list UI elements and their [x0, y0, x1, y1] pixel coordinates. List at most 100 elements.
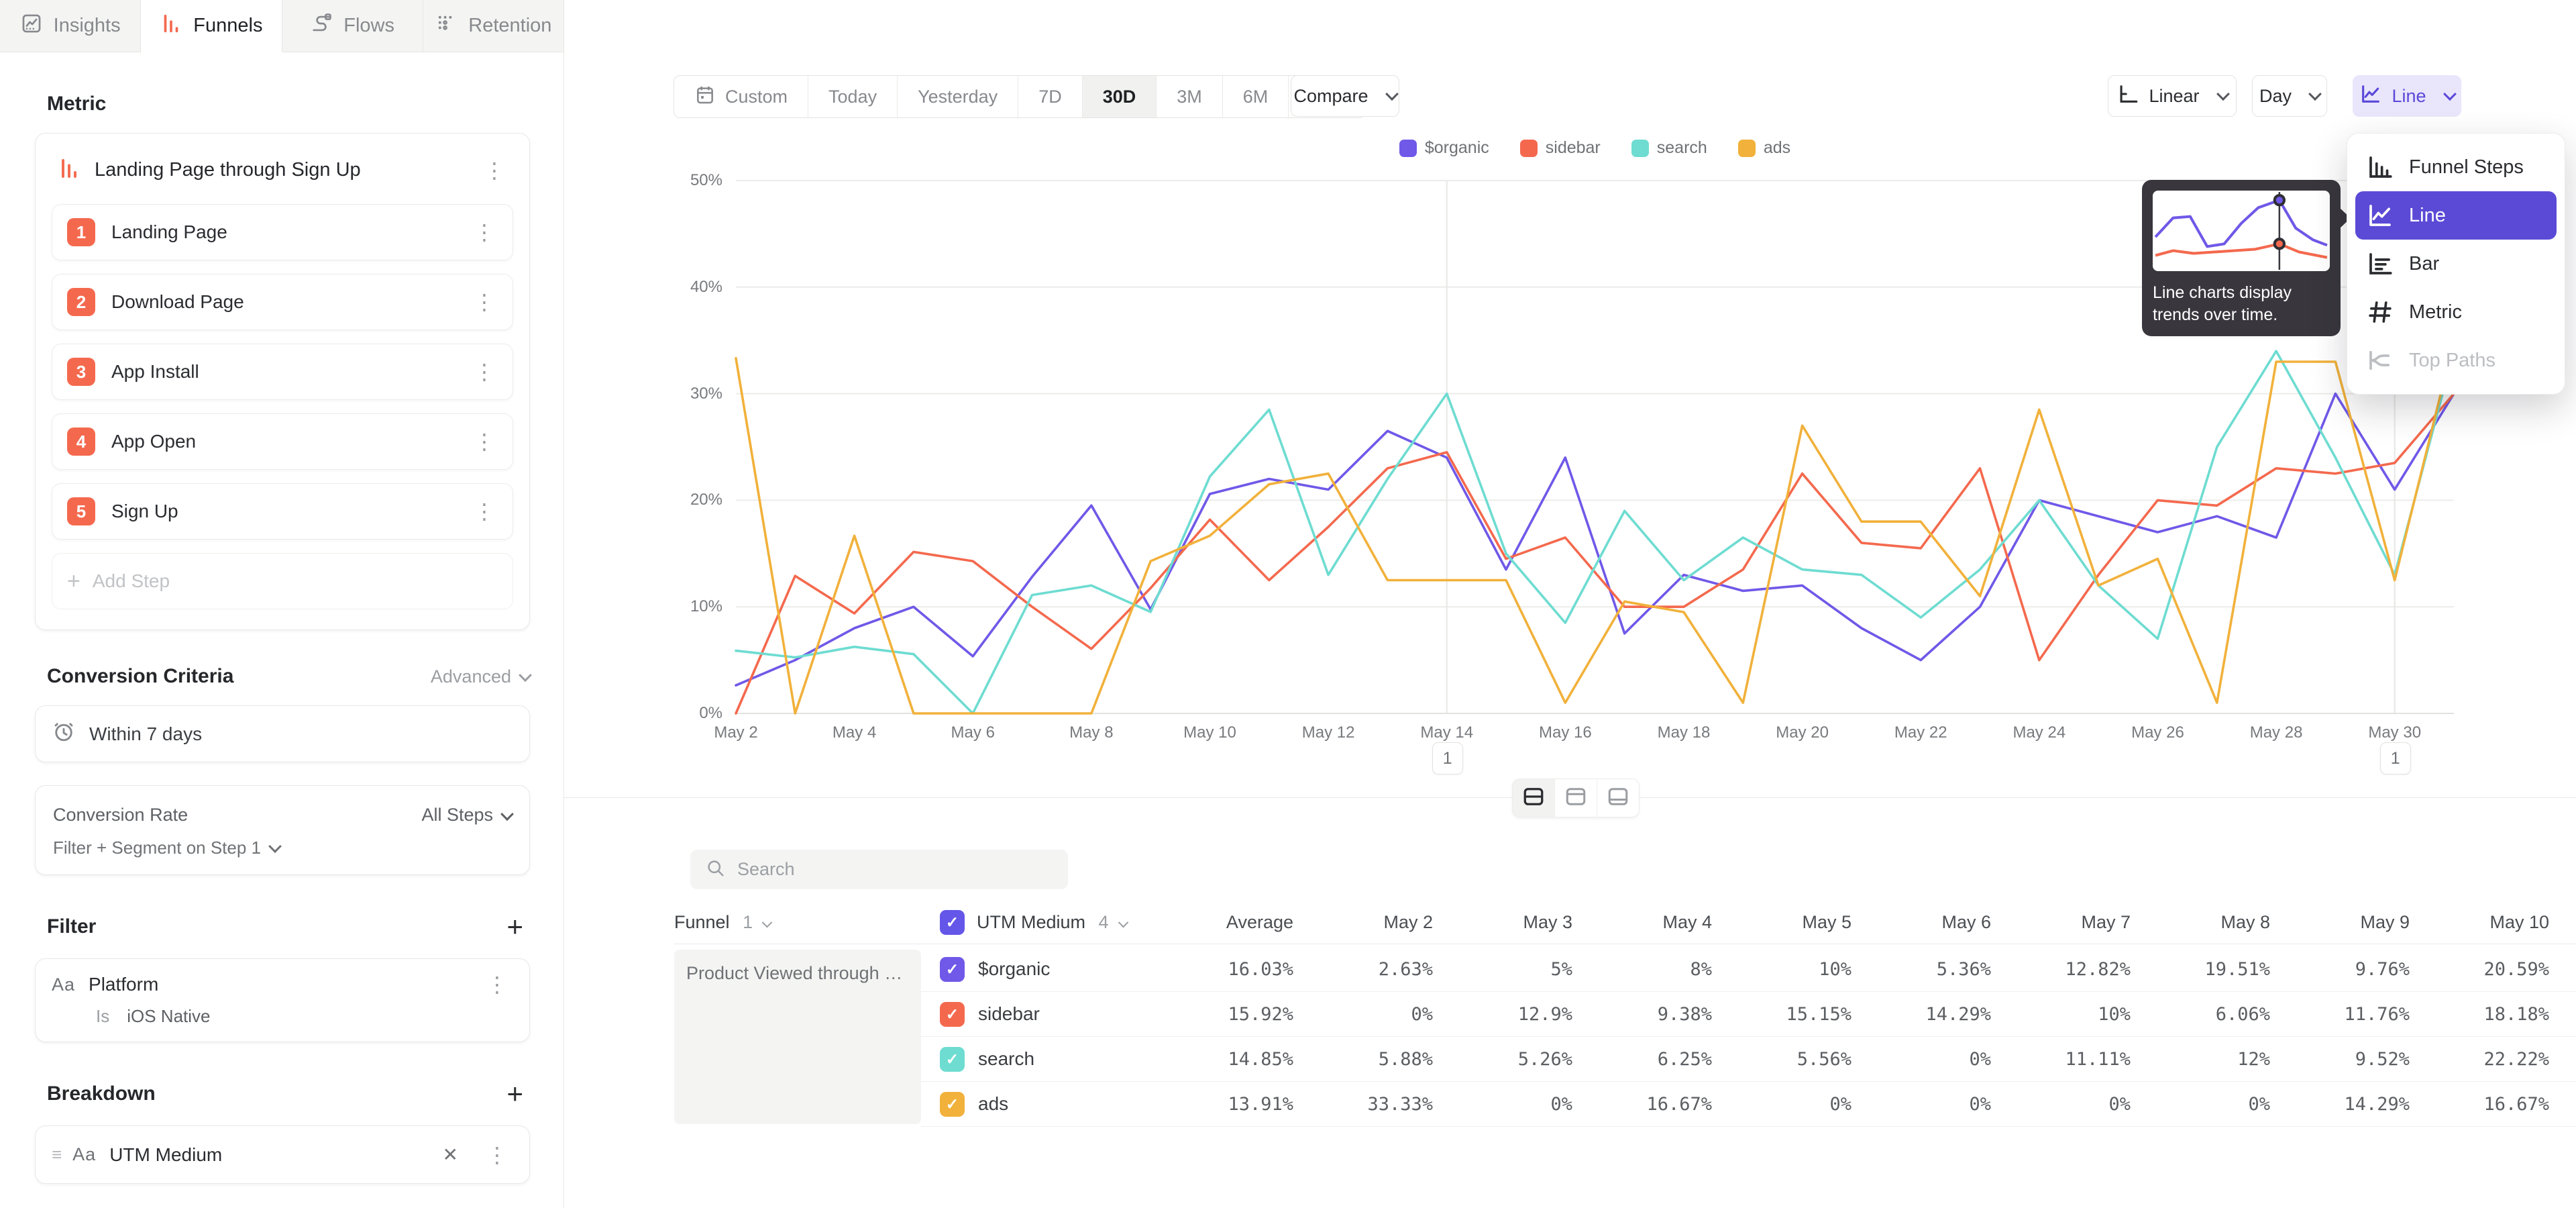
breakdown-card: ≡ Aa UTM Medium ✕ ⋮ [35, 1125, 530, 1184]
filter-condition[interactable]: IsiOS Native [96, 1006, 513, 1027]
funnel-step-sign-up[interactable]: 5Sign Up⋮ [52, 483, 513, 540]
tab-retention[interactable]: Retention [423, 0, 564, 52]
breakdown-kebab-icon[interactable]: ⋮ [481, 1144, 513, 1166]
metric-icon [2366, 298, 2394, 326]
date-column-header-may-10[interactable]: May 10 [2416, 912, 2556, 933]
step-kebab-icon[interactable]: ⋮ [468, 361, 500, 383]
x-tick-label: May 18 [1658, 723, 1711, 742]
step-number-badge: 4 [67, 427, 95, 456]
table-row-search: ✓search14.85%5.88%5.26%6.25%5.56%0%11.11… [921, 1037, 2576, 1082]
range-today[interactable]: Today [808, 76, 898, 117]
x-tick-label: May 26 [2131, 723, 2184, 742]
cell-value: 22.22% [2416, 1049, 2556, 1070]
cell-value: 16.67% [2416, 1094, 2556, 1115]
range-7d[interactable]: 7D [1018, 76, 1083, 117]
funnel-step-app-install[interactable]: 3App Install⋮ [52, 344, 513, 400]
tab-funnels[interactable]: Funnels [141, 0, 282, 52]
conversion-rate-dropdown[interactable]: All Steps [421, 805, 512, 825]
remove-breakdown-icon[interactable]: ✕ [433, 1144, 468, 1166]
funnel-column-header[interactable]: Funnel 1 [674, 912, 921, 933]
step-kebab-icon[interactable]: ⋮ [468, 291, 500, 313]
series-line-ads [736, 340, 2454, 713]
step-number-badge: 5 [67, 497, 95, 525]
add-step-button[interactable]: + Add Step [52, 553, 513, 609]
tab-flows[interactable]: Flows [282, 0, 423, 52]
date-column-header-may-7[interactable]: May 7 [1998, 912, 2137, 933]
line-chart-icon [2359, 83, 2382, 110]
range-yesterday[interactable]: Yesterday [898, 76, 1018, 117]
table-row-ads: ✓ads13.91%33.33%0%16.67%0%0%0%0%14.29%16… [921, 1082, 2576, 1127]
series-checkbox[interactable]: ✓ [940, 1002, 965, 1027]
advanced-dropdown[interactable]: Advanced [431, 666, 530, 687]
cell-value: 0% [1300, 1004, 1440, 1025]
annotation-badge-may-30[interactable]: 1 [2380, 742, 2411, 774]
chevron-down-icon [2308, 87, 2322, 101]
funnel-kebab-icon[interactable]: ⋮ [478, 160, 511, 181]
chart-legend: $organic sidebar search ads [736, 138, 2454, 158]
breakdown-property[interactable]: UTM Medium [109, 1144, 419, 1166]
x-tick-label: May 22 [1894, 723, 1947, 742]
table-row-organic: ✓$organic16.03%2.63%5%8%10%5.36%12.82%19… [921, 947, 2576, 992]
series-checkbox[interactable]: ✓ [940, 1047, 965, 1072]
legend-search[interactable]: search [1631, 138, 1707, 158]
split-view-button[interactable] [1513, 779, 1555, 817]
date-column-header-may-2[interactable]: May 2 [1300, 912, 1440, 933]
legend-organic[interactable]: $organic [1399, 138, 1489, 158]
funnel-step-landing-page[interactable]: 1Landing Page⋮ [52, 204, 513, 260]
breakdown-column-header[interactable]: ✓ UTM Medium 4 [921, 910, 1146, 935]
filter-segment-dropdown[interactable]: Filter + Segment on Step 1 [52, 832, 513, 862]
compare-button[interactable]: Compare [1291, 75, 1399, 117]
conversion-window-card[interactable]: Within 7 days [35, 705, 530, 762]
date-column-header-may-3[interactable]: May 3 [1440, 912, 1579, 933]
retention-icon [435, 12, 458, 40]
funnel-step-app-open[interactable]: 4App Open⋮ [52, 413, 513, 470]
date-column-header-may-8[interactable]: May 8 [2137, 912, 2277, 933]
step-kebab-icon[interactable]: ⋮ [468, 501, 500, 522]
funnel-cell[interactable]: Product Viewed through P... [674, 950, 921, 1124]
chart-type-dropdown[interactable]: Line [2353, 75, 2461, 117]
date-column-header-may-5[interactable]: May 5 [1719, 912, 1858, 933]
add-breakdown-button[interactable]: + [506, 1080, 523, 1108]
range-3m[interactable]: 3M [1157, 76, 1223, 117]
legend-ads[interactable]: ads [1738, 138, 1790, 158]
chart-only-view-button[interactable] [1555, 779, 1597, 817]
date-column-header-may-4[interactable]: May 4 [1579, 912, 1719, 933]
drag-handle-icon[interactable]: ≡ [52, 1144, 62, 1165]
interval-dropdown[interactable]: Day [2252, 75, 2327, 117]
step-number-badge: 3 [67, 358, 95, 386]
step-kebab-icon[interactable]: ⋮ [468, 221, 500, 243]
menu-item-line[interactable]: Line [2355, 191, 2557, 240]
funnel-step-download-page[interactable]: 2Download Page⋮ [52, 274, 513, 330]
tab-insights[interactable]: Insights [0, 0, 141, 52]
y-tick-label: 10% [564, 597, 722, 616]
menu-item-bar[interactable]: Bar [2355, 240, 2557, 288]
table-only-view-button[interactable] [1597, 779, 1639, 817]
funnels-icon [160, 12, 182, 40]
menu-item-metric[interactable]: Metric [2355, 288, 2557, 336]
series-checkbox[interactable]: ✓ [940, 1092, 965, 1117]
range-6m[interactable]: 6M [1223, 76, 1289, 117]
select-all-checkbox[interactable]: ✓ [940, 910, 965, 935]
filter-kebab-icon[interactable]: ⋮ [481, 974, 513, 995]
menu-item-funnel-steps[interactable]: Funnel Steps [2355, 143, 2557, 191]
annotation-badge-may-14[interactable]: 1 [1432, 742, 1463, 774]
average-column-header[interactable]: Average [1146, 912, 1300, 933]
x-tick-label: May 16 [1539, 723, 1592, 742]
legend-sidebar[interactable]: sidebar [1520, 138, 1601, 158]
chevron-down-icon [268, 840, 282, 853]
range-30d[interactable]: 30D [1083, 76, 1157, 117]
breakdown-table: Funnel 1 ✓ UTM Medium 4 Average May 2May… [674, 901, 2576, 1127]
search-input[interactable] [736, 858, 1053, 880]
step-number-badge: 2 [67, 288, 95, 316]
series-checkbox[interactable]: ✓ [940, 957, 965, 982]
date-column-header-may-9[interactable]: May 9 [2277, 912, 2416, 933]
filter-property[interactable]: Platform [89, 974, 468, 995]
scale-dropdown[interactable]: Linear [2108, 75, 2237, 117]
series-line-organic [736, 394, 2454, 686]
cell-value: 20.59% [2416, 959, 2556, 980]
date-column-header-may-6[interactable]: May 6 [1858, 912, 1998, 933]
range-custom[interactable]: Custom [674, 76, 808, 117]
legend-swatch [1738, 140, 1756, 157]
add-filter-button[interactable]: + [506, 913, 523, 941]
step-kebab-icon[interactable]: ⋮ [468, 431, 500, 452]
